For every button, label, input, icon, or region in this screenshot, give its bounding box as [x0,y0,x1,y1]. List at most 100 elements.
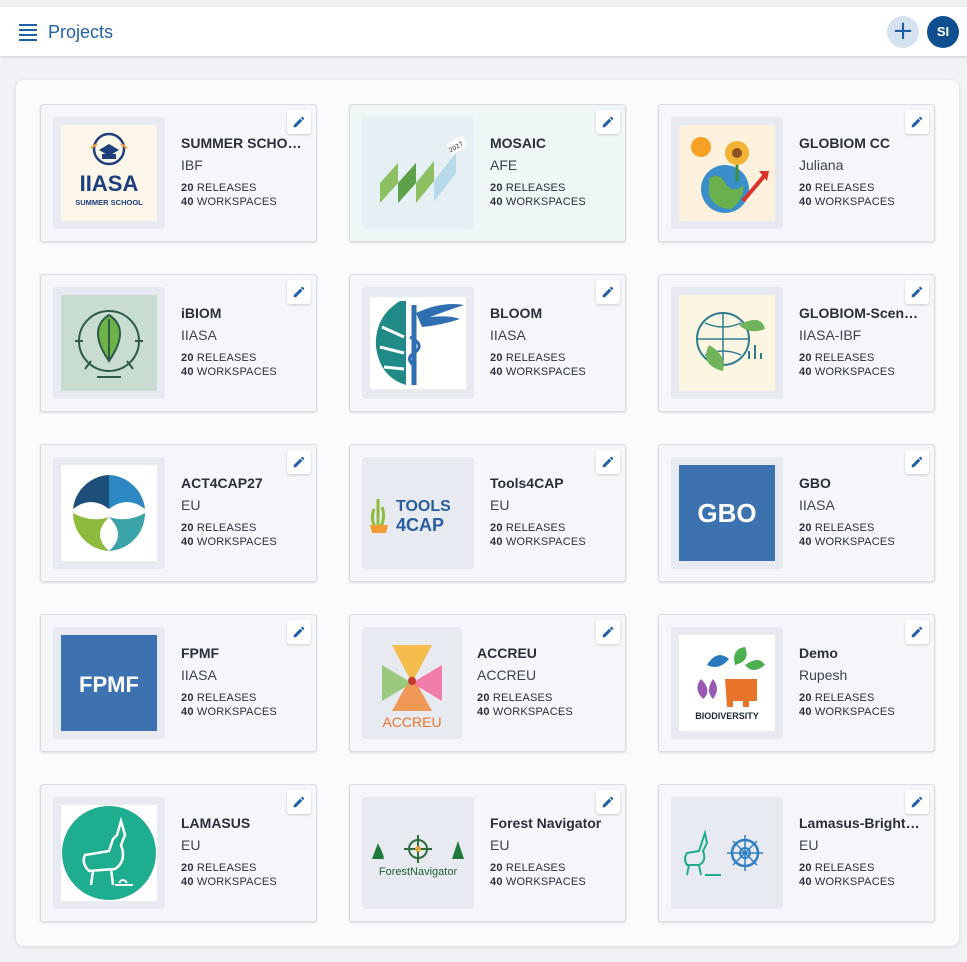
project-releases: 20 RELEASES [799,182,875,194]
project-org: AFE [490,157,518,173]
project-releases: 20 RELEASES [799,352,875,364]
project-card[interactable]: BIODIVERSITY Demo Rupesh 20 RELEASES 40 … [658,614,935,752]
menu-icon[interactable] [16,21,40,43]
project-releases: 20 RELEASES [490,182,566,194]
project-logo [53,287,165,399]
project-org: IIASA-IBF [799,327,862,343]
project-workspaces: 40 WORKSPACES [181,366,277,378]
project-card[interactable]: BLOOM IIASA 20 RELEASES 40 WORKSPACES [349,274,626,412]
project-releases: 20 RELEASES [799,862,875,874]
project-workspaces: 40 WORKSPACES [181,196,277,208]
project-workspaces: 40 WORKSPACES [181,876,277,888]
pencil-icon[interactable] [287,790,311,814]
top-strip [0,0,967,7]
pencil-icon[interactable] [596,790,620,814]
pencil-icon[interactable] [905,280,929,304]
project-org: EU [490,497,510,513]
project-workspaces: 40 WORKSPACES [490,196,586,208]
project-logo: TOOLS 4CAP [362,457,474,569]
project-name: GLOBIOM-Scena… [799,305,924,321]
logo-summer-text: SUMMER SCHOOL [75,198,143,207]
project-name: iBIOM [181,305,222,321]
pencil-icon[interactable] [287,280,311,304]
project-workspaces: 40 WORKSPACES [181,536,277,548]
project-card[interactable]: TOOLS 4CAP Tools4CAP EU 20 RELEASES 40 W… [349,444,626,582]
project-org: EU [490,837,510,853]
project-name: LAMASUS [181,815,251,831]
project-org: IIASA [490,327,526,343]
add-project-button[interactable]: + [887,16,919,48]
logo-fpmf-text: FPMF [79,672,139,697]
project-card[interactable]: GLOBIOM CC Juliana 20 RELEASES 40 WORKSP… [658,104,935,242]
project-releases: 20 RELEASES [181,862,257,874]
projects-panel: IIASA SUMMER SCHOOL SUMMER SCHOOL IBF 20… [16,80,959,946]
project-org: EU [181,497,201,513]
project-logo [671,797,783,909]
project-logo: 2027 [362,117,474,229]
page-title: Projects [48,22,114,42]
project-logo [671,287,783,399]
pencil-icon[interactable] [596,110,620,134]
project-card[interactable]: Lamasus-Brights… EU 20 RELEASES 40 WORKS… [658,784,935,922]
project-releases: 20 RELEASES [181,692,257,704]
project-card[interactable]: GBO GBO IIASA 20 RELEASES 40 WORKSPACES [658,444,935,582]
logo-forestnavigator-text: ForestNavigator [379,866,458,878]
project-workspaces: 40 WORKSPACES [799,196,895,208]
project-logo [53,797,165,909]
pencil-icon[interactable] [287,620,311,644]
project-releases: 20 RELEASES [490,522,566,534]
project-org: EU [181,837,201,853]
project-logo: GBO [671,457,783,569]
pencil-icon[interactable] [596,450,620,474]
project-name: GBO [799,475,831,491]
project-name: MOSAIC [490,135,546,151]
pencil-icon[interactable] [287,450,311,474]
project-card[interactable]: IIASA SUMMER SCHOOL SUMMER SCHOOL IBF 20… [40,104,317,242]
project-org: ACCREU [477,667,537,683]
project-name: Demo [799,645,838,661]
pencil-icon[interactable] [905,110,929,134]
project-releases: 20 RELEASES [477,692,553,704]
project-org: Juliana [799,157,844,173]
project-card[interactable]: 2027 MOSAIC AFE 20 RELEASES 40 WORKSPACE… [349,104,626,242]
project-workspaces: 40 WORKSPACES [490,536,586,548]
avatar[interactable]: SI [927,16,959,48]
project-releases: 20 RELEASES [490,862,566,874]
project-logo [362,287,474,399]
project-workspaces: 40 WORKSPACES [490,876,586,888]
project-releases: 20 RELEASES [181,352,257,364]
logo-biodiversity-text: BIODIVERSITY [695,711,759,721]
project-card[interactable]: ACT4CAP27 EU 20 RELEASES 40 WORKSPACES [40,444,317,582]
pencil-icon[interactable] [905,790,929,814]
pencil-icon[interactable] [596,620,620,644]
pencil-icon[interactable] [905,450,929,474]
pencil-icon[interactable] [905,620,929,644]
project-logo: BIODIVERSITY [671,627,783,739]
project-workspaces: 40 WORKSPACES [799,536,895,548]
project-logo: ACCREU [362,627,462,739]
logo-accreu-text: ACCREU [382,714,441,730]
project-name: GLOBIOM CC [799,135,890,151]
project-card[interactable]: ForestNavigator Forest Navigator EU 20 R… [349,784,626,922]
project-logo: FPMF [53,627,165,739]
project-card[interactable]: FPMF FPMF IIASA 20 RELEASES 40 WORKSPACE… [40,614,317,752]
project-workspaces: 40 WORKSPACES [181,706,277,718]
project-name: FPMF [181,645,220,661]
project-card[interactable]: iBIOM IIASA 20 RELEASES 40 WORKSPACES [40,274,317,412]
project-releases: 20 RELEASES [181,182,257,194]
project-org: IIASA [799,497,835,513]
project-workspaces: 40 WORKSPACES [799,706,895,718]
project-releases: 20 RELEASES [799,522,875,534]
project-releases: 20 RELEASES [490,352,566,364]
project-name: ACT4CAP27 [181,475,263,491]
project-card[interactable]: ACCREU ACCREU ACCREU 20 RELEASES 40 WORK… [349,614,626,752]
project-card[interactable]: LAMASUS EU 20 RELEASES 40 WORKSPACES [40,784,317,922]
project-releases: 20 RELEASES [799,692,875,704]
project-org: IIASA [181,327,217,343]
project-org: IIASA [181,667,217,683]
pencil-icon[interactable] [596,280,620,304]
project-logo: IIASA SUMMER SCHOOL [53,117,165,229]
pencil-icon[interactable] [287,110,311,134]
project-name: ACCREU [477,645,537,661]
project-card[interactable]: GLOBIOM-Scena… IIASA-IBF 20 RELEASES 40 … [658,274,935,412]
